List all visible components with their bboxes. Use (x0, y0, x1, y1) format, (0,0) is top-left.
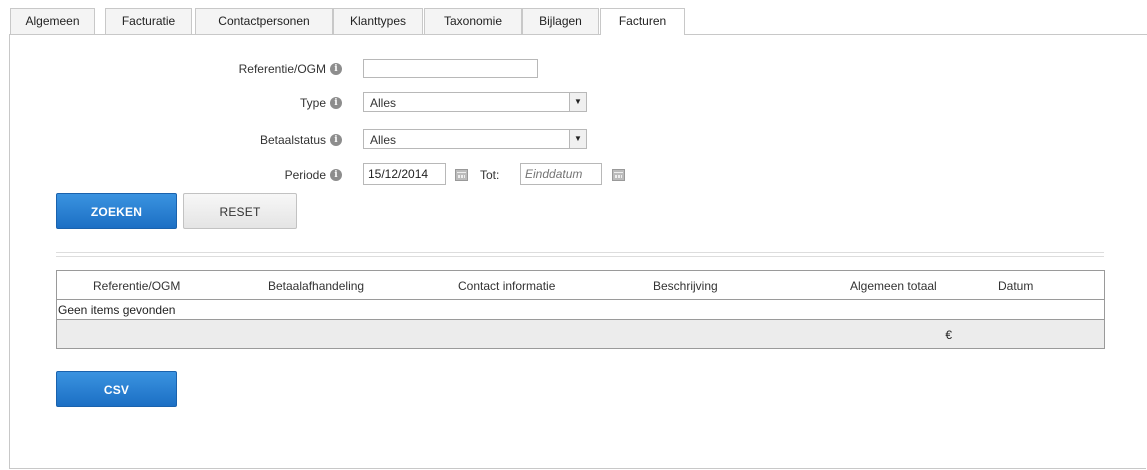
type-select[interactable]: Alles ▼ (363, 92, 587, 112)
payment-status-info-icon[interactable]: i (330, 134, 342, 146)
csv-export-button[interactable]: CSV (56, 371, 177, 407)
payment-status-select[interactable]: Alles ▼ (363, 129, 587, 149)
tab-facturen[interactable]: Facturen (600, 8, 685, 35)
reference-input[interactable] (363, 59, 538, 78)
chevron-down-icon[interactable]: ▼ (569, 130, 586, 148)
column-header-payment-handling[interactable]: Betaalafhandeling (268, 279, 364, 293)
calendar-icon[interactable] (612, 169, 625, 181)
tab-contactpersonen[interactable]: Contactpersonen (195, 8, 333, 34)
column-header-reference[interactable]: Referentie/OGM (93, 279, 180, 293)
type-label: Type (299, 96, 326, 110)
calendar-icon[interactable] (455, 169, 468, 181)
column-header-description[interactable]: Beschrijving (653, 279, 718, 293)
type-info-icon[interactable]: i (330, 97, 342, 109)
divider (56, 252, 1104, 257)
tab-facturatie[interactable]: Facturatie (105, 8, 192, 34)
tab-bar: Algemeen Facturatie Contactpersonen Klan… (10, 8, 1147, 35)
table-header-divider (57, 299, 1104, 300)
table-total-row: € (57, 319, 1104, 348)
payment-status-select-value: Alles (370, 133, 397, 147)
tab-taxonomie[interactable]: Taxonomie (424, 8, 522, 34)
period-label: Periode (284, 168, 326, 182)
tab-algemeen[interactable]: Algemeen (10, 8, 95, 34)
period-end-input[interactable] (520, 163, 602, 185)
period-start-input[interactable] (363, 163, 446, 185)
search-button[interactable]: ZOEKEN (56, 193, 177, 229)
period-to-label: Tot: (480, 168, 500, 182)
column-header-total[interactable]: Algemeen totaal (850, 279, 937, 293)
tab-klanttypes[interactable]: Klanttypes (333, 8, 423, 34)
reference-info-icon[interactable]: i (330, 63, 342, 75)
empty-message: Geen items gevonden (58, 303, 176, 317)
column-header-contact-info[interactable]: Contact informatie (458, 279, 555, 293)
column-header-date[interactable]: Datum (998, 279, 1033, 293)
payment-status-label: Betaalstatus (259, 133, 326, 147)
total-currency: € (945, 328, 952, 342)
period-info-icon[interactable]: i (330, 169, 342, 181)
chevron-down-icon[interactable]: ▼ (569, 93, 586, 111)
tab-bijlagen[interactable]: Bijlagen (522, 8, 599, 34)
invoices-table: Referentie/OGM Betaalafhandeling Contact… (56, 270, 1105, 349)
reference-label: Referentie/OGM (238, 62, 326, 76)
type-select-value: Alles (370, 96, 397, 110)
reset-button[interactable]: RESET (183, 193, 297, 229)
